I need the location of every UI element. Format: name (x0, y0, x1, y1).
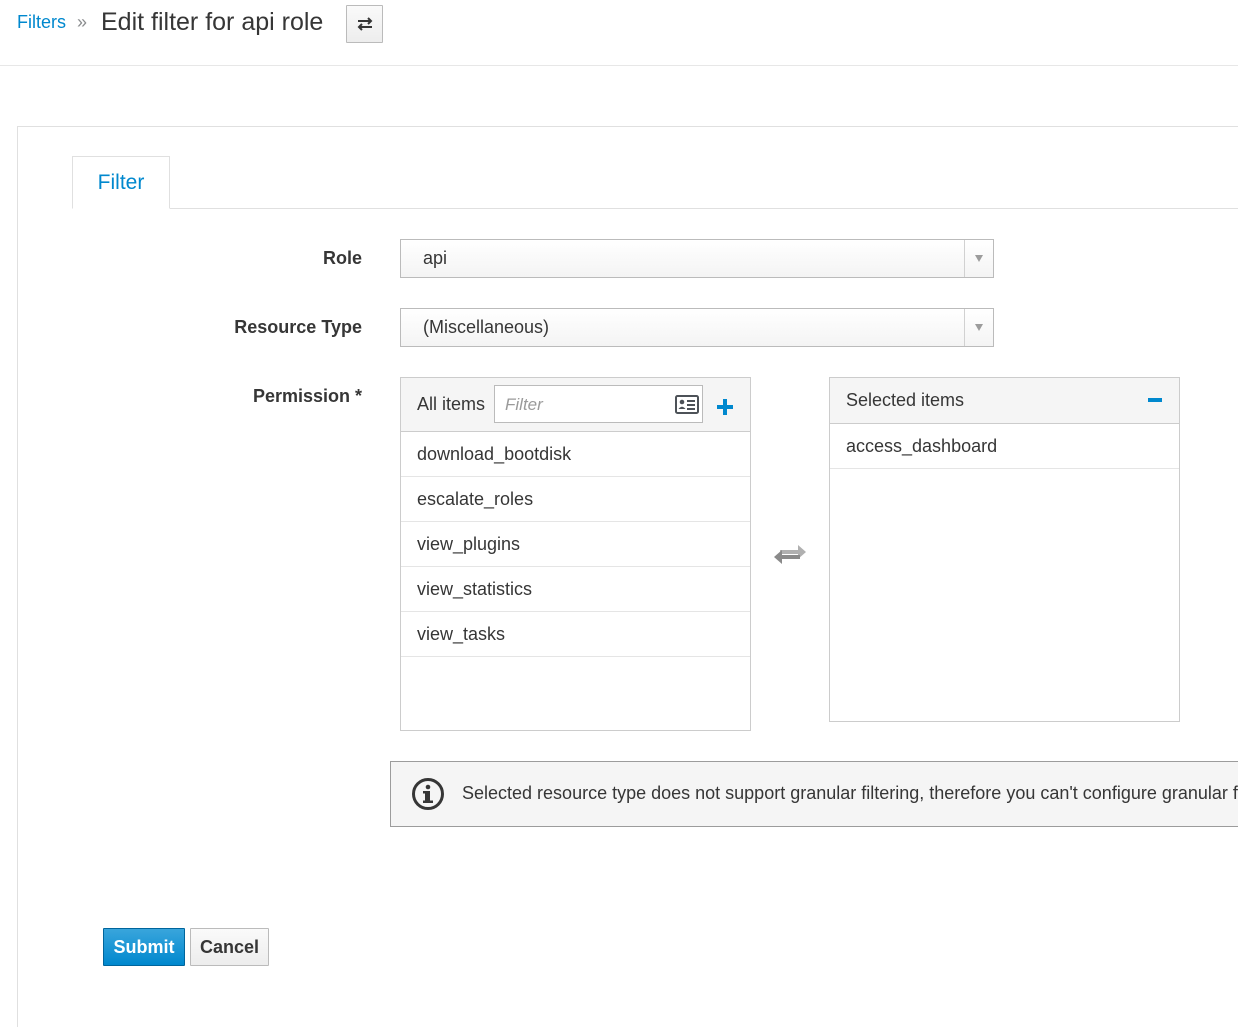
tab-filter[interactable]: Filter (72, 156, 170, 209)
add-all-plus-icon[interactable] (716, 398, 734, 416)
submit-button[interactable]: Submit (103, 928, 185, 966)
id-card-icon (675, 395, 699, 414)
breadcrumb-separator: » (77, 12, 88, 32)
info-circle-icon (412, 778, 444, 810)
header-divider (0, 65, 1238, 66)
list-item[interactable]: download_bootdisk (401, 432, 750, 477)
role-select[interactable]: api (400, 239, 994, 278)
breadcrumb-filters-link[interactable]: Filters (17, 12, 66, 33)
available-items-header: All items (401, 378, 750, 432)
permission-label: Permission * (252, 386, 362, 406)
list-item[interactable]: view_tasks (401, 612, 750, 657)
transfer-arrows-icon (774, 545, 806, 564)
resource-type-select-value: (Miscellaneous) (423, 317, 550, 337)
available-items-title: All items (417, 394, 486, 414)
list-item[interactable]: view_statistics (401, 567, 750, 612)
cancel-button[interactable]: Cancel (190, 928, 269, 966)
resource-type-label: Resource Type (234, 317, 362, 337)
switch-arrows-icon (357, 17, 372, 31)
role-label: Role (322, 248, 362, 268)
filter-input[interactable] (503, 393, 667, 417)
role-select-value: api (423, 248, 448, 268)
resource-type-select[interactable]: (Miscellaneous) (400, 308, 994, 347)
list-item[interactable]: escalate_roles (401, 477, 750, 522)
remove-all-minus-icon[interactable] (1148, 398, 1162, 403)
selected-items-list: Selected items access_dashboard (829, 377, 1180, 722)
list-item[interactable]: view_plugins (401, 522, 750, 567)
selected-items-header: Selected items (830, 378, 1179, 424)
available-items-list: All items download_bootdisk escalate_rol… (400, 377, 751, 731)
list-item[interactable]: access_dashboard (830, 424, 1179, 469)
selected-items-title: Selected items (846, 390, 965, 410)
tabs-baseline (72, 208, 1238, 209)
alert-message: Selected resource type does not support … (462, 783, 1238, 803)
info-alert: Selected resource type does not support … (390, 761, 1238, 827)
switcher-button[interactable] (346, 5, 383, 43)
filter-input-wrapper (494, 385, 703, 423)
page-title: Edit filter for api role (101, 8, 324, 36)
chevron-down-icon (964, 240, 993, 277)
chevron-down-icon (964, 309, 993, 346)
